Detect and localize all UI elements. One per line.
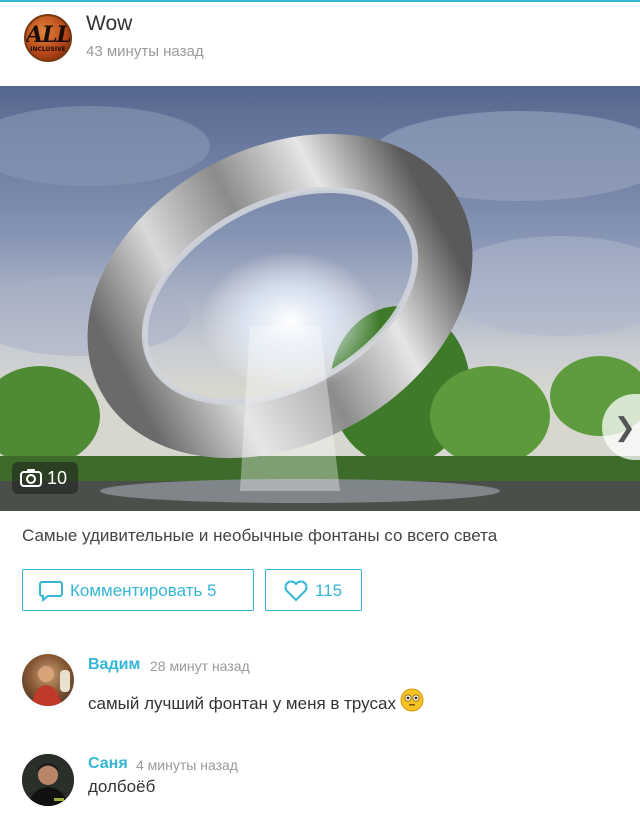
post-header: ALL INCLUSIVE Wow 43 минуты назад	[0, 0, 640, 86]
comment-item: Саня 4 минуты назад долбоёб	[0, 748, 640, 817]
commenter-avatar[interactable]	[22, 654, 74, 706]
like-count: 115	[315, 581, 343, 600]
comment-author[interactable]: Вадим	[88, 656, 140, 674]
flushed-emoji-icon	[400, 688, 424, 712]
comment-button-label: Комментировать 5	[70, 581, 217, 600]
like-button[interactable]: 115	[265, 569, 362, 611]
post-time: 43 минуты назад	[86, 43, 204, 60]
comment-item: Вадим 28 минут назад самый лучший фонтан…	[0, 650, 640, 720]
post-photo[interactable]: 10 ❯	[0, 86, 640, 511]
comment-text: самый лучший фонтан у меня в трусах	[88, 688, 424, 714]
commenter-avatar[interactable]	[22, 754, 74, 806]
photo-count-badge[interactable]: 10	[12, 462, 78, 494]
photo-count: 10	[47, 468, 68, 488]
comment-icon	[39, 581, 63, 602]
person-photo	[32, 666, 70, 706]
comment-text-content: самый лучший фонтан у меня в трусах	[88, 694, 396, 713]
comment-time: 4 минуты назад	[136, 757, 238, 773]
comment-author[interactable]: Саня	[88, 755, 128, 773]
fountain-illustration	[0, 86, 640, 511]
group-logo-text: ALL	[26, 22, 72, 48]
group-avatar[interactable]: ALL INCLUSIVE	[24, 14, 72, 62]
heart-icon	[284, 580, 308, 601]
group-name[interactable]: Wow	[86, 12, 132, 36]
person-photo	[22, 754, 74, 806]
camera-icon	[20, 469, 42, 487]
chevron-right-icon: ❯	[614, 412, 636, 442]
comment-text: долбоёб	[88, 777, 156, 796]
group-logo-subtext: INCLUSIVE	[30, 46, 66, 53]
post-caption: Самые удивительные и необычные фонтаны с…	[22, 526, 498, 545]
comment-time: 28 минут назад	[150, 658, 250, 674]
comment-button[interactable]: Комментировать 5	[22, 569, 254, 611]
